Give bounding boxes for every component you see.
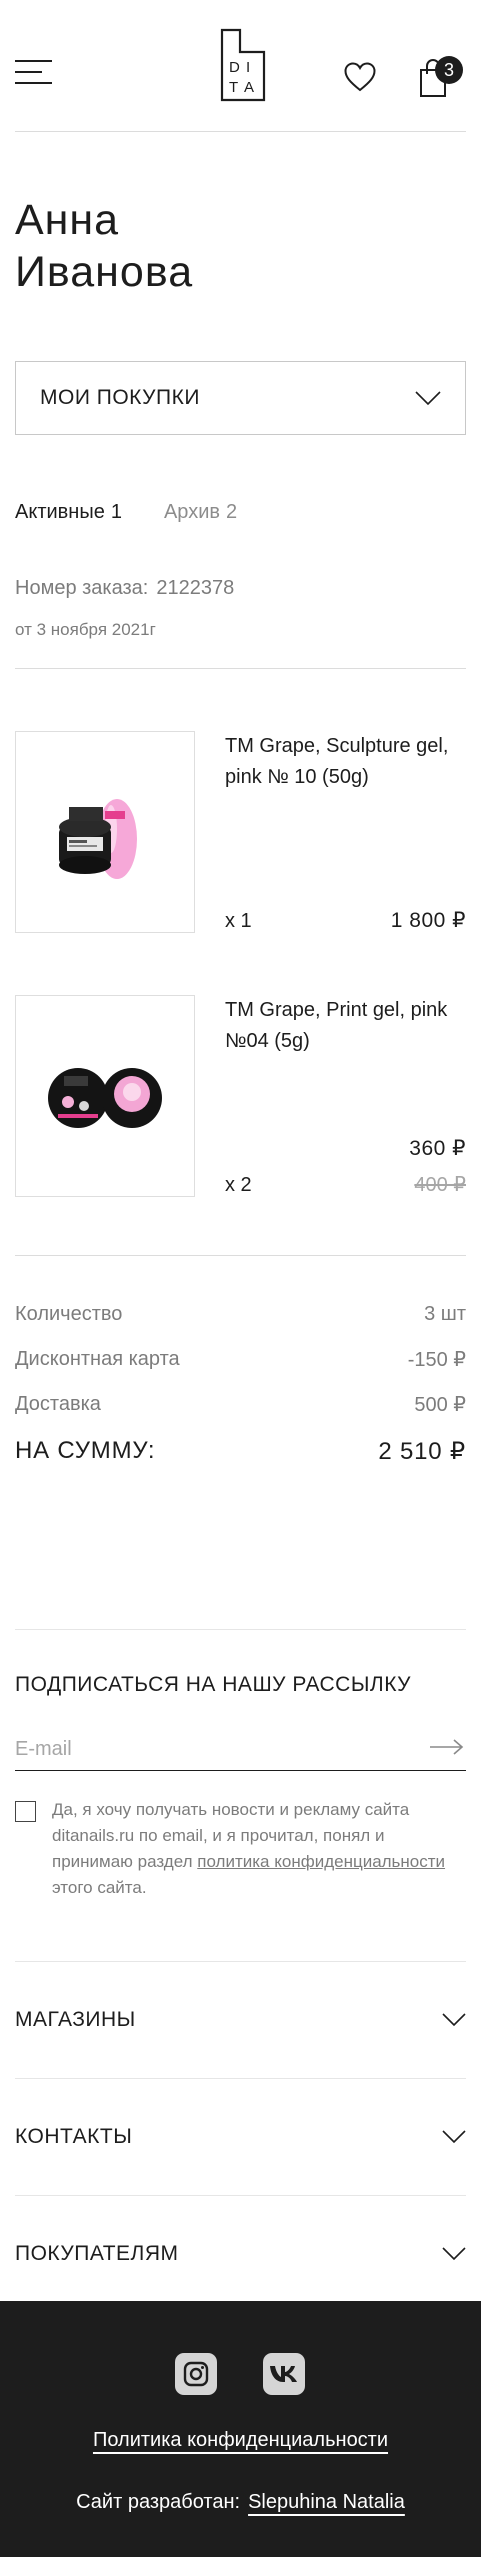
- email-input[interactable]: [15, 1731, 415, 1767]
- product-quantity: x 2: [225, 1174, 252, 1196]
- tab-active[interactable]: Активные 1: [15, 501, 122, 524]
- footer-credit-label: Сайт разработан:: [76, 2491, 241, 2513]
- product-name-link[interactable]: TM Grape, Sculpture gel, pink № 10 (50g): [225, 731, 465, 793]
- footer-policy: Политика конфиденциальности: [0, 2429, 481, 2452]
- account-section-select[interactable]: МОИ ПОКУПКИ: [15, 361, 466, 435]
- product-price: 360 ₽: [409, 1137, 466, 1160]
- summary-row-discount-card: Дисконтная карта -150 ₽: [15, 1337, 466, 1382]
- summary-row-delivery: Доставка 500 ₽: [15, 1382, 466, 1427]
- site-header: D I T A 3: [15, 0, 466, 132]
- account-section-selected: МОИ ПОКУПКИ: [40, 386, 200, 409]
- chevron-down-icon: [442, 2130, 466, 2144]
- dita-logo[interactable]: D I T A: [220, 28, 266, 102]
- summary-total: НА СУММУ: 2 510 ₽: [15, 1437, 466, 1466]
- logo-letter-d: D: [229, 59, 240, 76]
- order-item: TM Grape, Print gel, pink №04 (5g) x 2 3…: [15, 995, 466, 1197]
- divider: [15, 668, 466, 669]
- accordion-label: МАГАЗИНЫ: [15, 2008, 136, 2031]
- product-old-price: 400 ₽: [414, 1174, 466, 1196]
- accordion-customers[interactable]: ПОКУПАТЕЛЯМ: [15, 2195, 466, 2312]
- product-quantity: x 1: [225, 910, 252, 932]
- chevron-down-icon: [442, 2247, 466, 2261]
- footer-credit: Сайт разработан: Slepuhina Natalia: [0, 2491, 481, 2514]
- summary-total-value: 2 510 ₽: [378, 1438, 466, 1465]
- cart-count-badge: 3: [435, 56, 463, 84]
- page: D I T A 3 Анна Иванова МОИ ПОКУПКИ Актив: [0, 0, 481, 2557]
- accordion-label: ПОКУПАТЕЛЯМ: [15, 2242, 179, 2265]
- arrow-right-icon[interactable]: [430, 1739, 464, 1755]
- order-meta: Номер заказа: 2122378 от 3 ноября 2021г: [15, 577, 466, 640]
- instagram-icon[interactable]: [175, 2353, 217, 2395]
- site-footer: Политика конфиденциальности Сайт разрабо…: [0, 2301, 481, 2557]
- consent-checkbox[interactable]: [15, 1801, 36, 1822]
- logo-letter-t: T: [229, 79, 238, 96]
- accordion-label: КОНТАКТЫ: [15, 2125, 133, 2148]
- tab-archive-count: 2: [226, 500, 238, 523]
- product-price: 1 800 ₽: [390, 909, 466, 932]
- summary-label: Дисконтная карта: [15, 1348, 180, 1370]
- heart-icon[interactable]: [344, 62, 376, 92]
- order-number-label: Номер заказа:: [15, 577, 149, 599]
- consent: Да, я хочу получать новости и рекламу са…: [15, 1797, 466, 1901]
- footer-privacy-policy-link[interactable]: Политика конфиденциальности: [93, 2429, 388, 2451]
- tab-active-label: Активные: [15, 500, 105, 523]
- page-title: Анна Иванова: [15, 194, 466, 298]
- privacy-policy-link[interactable]: политика конфиденциальности: [197, 1852, 445, 1871]
- orders-tabs: Активные 1 Архив 2: [15, 497, 466, 527]
- newsletter-form: [15, 1731, 466, 1771]
- user-last-name: Иванова: [15, 248, 194, 296]
- chevron-down-icon: [415, 391, 441, 406]
- product-image[interactable]: [15, 731, 195, 933]
- vk-icon[interactable]: [263, 2353, 305, 2395]
- tab-archive-label: Архив: [163, 500, 220, 523]
- summary-total-label: НА СУММУ:: [15, 1437, 156, 1464]
- summary-value: -150 ₽: [407, 1349, 466, 1371]
- summary-label: Количество: [15, 1303, 123, 1325]
- order-item: TM Grape, Sculpture gel, pink № 10 (50g)…: [15, 731, 466, 933]
- gel-jar-image: [59, 799, 137, 879]
- newsletter-title: ПОДПИСАТЬСЯ НА НАШУ РАССЫЛКУ: [15, 1673, 412, 1696]
- summary-value: 3 шт: [424, 1303, 466, 1325]
- logo-letter-a: A: [244, 79, 254, 96]
- divider: [15, 1255, 466, 1256]
- menu-icon[interactable]: [15, 60, 52, 84]
- summary-row-quantity: Количество 3 шт: [15, 1292, 466, 1337]
- summary-value: 500 ₽: [414, 1394, 466, 1416]
- social-links: [175, 2353, 305, 2395]
- order-summary: Количество 3 шт Дисконтная карта -150 ₽ …: [15, 1292, 466, 1466]
- tab-active-count: 1: [110, 500, 122, 523]
- product-image[interactable]: [15, 995, 195, 1197]
- accordion-contacts[interactable]: КОНТАКТЫ: [15, 2078, 466, 2195]
- logo-letter-i: I: [246, 59, 250, 76]
- order-date: от 3 ноября 2021г: [15, 620, 156, 639]
- tab-archive[interactable]: Архив 2: [164, 501, 237, 524]
- cart-button[interactable]: 3: [419, 56, 463, 98]
- newsletter-section: ПОДПИСАТЬСЯ НА НАШУ РАССЫЛКУ Да, я хочу …: [15, 1629, 466, 1901]
- user-first-name: Анна: [15, 196, 120, 244]
- consent-text-tail: этого сайта.: [52, 1878, 147, 1897]
- order-number-value: 2122378: [156, 577, 235, 599]
- developer-link[interactable]: Slepuhina Natalia: [248, 2491, 405, 2513]
- chevron-down-icon: [442, 2013, 466, 2027]
- gel-jars-image: [48, 1068, 162, 1128]
- summary-label: Доставка: [15, 1393, 101, 1415]
- order-number: Номер заказа: 2122378: [15, 577, 466, 600]
- accordion-stores[interactable]: МАГАЗИНЫ: [15, 1961, 466, 2078]
- product-name-link[interactable]: TM Grape, Print gel, pink №04 (5g): [225, 995, 465, 1057]
